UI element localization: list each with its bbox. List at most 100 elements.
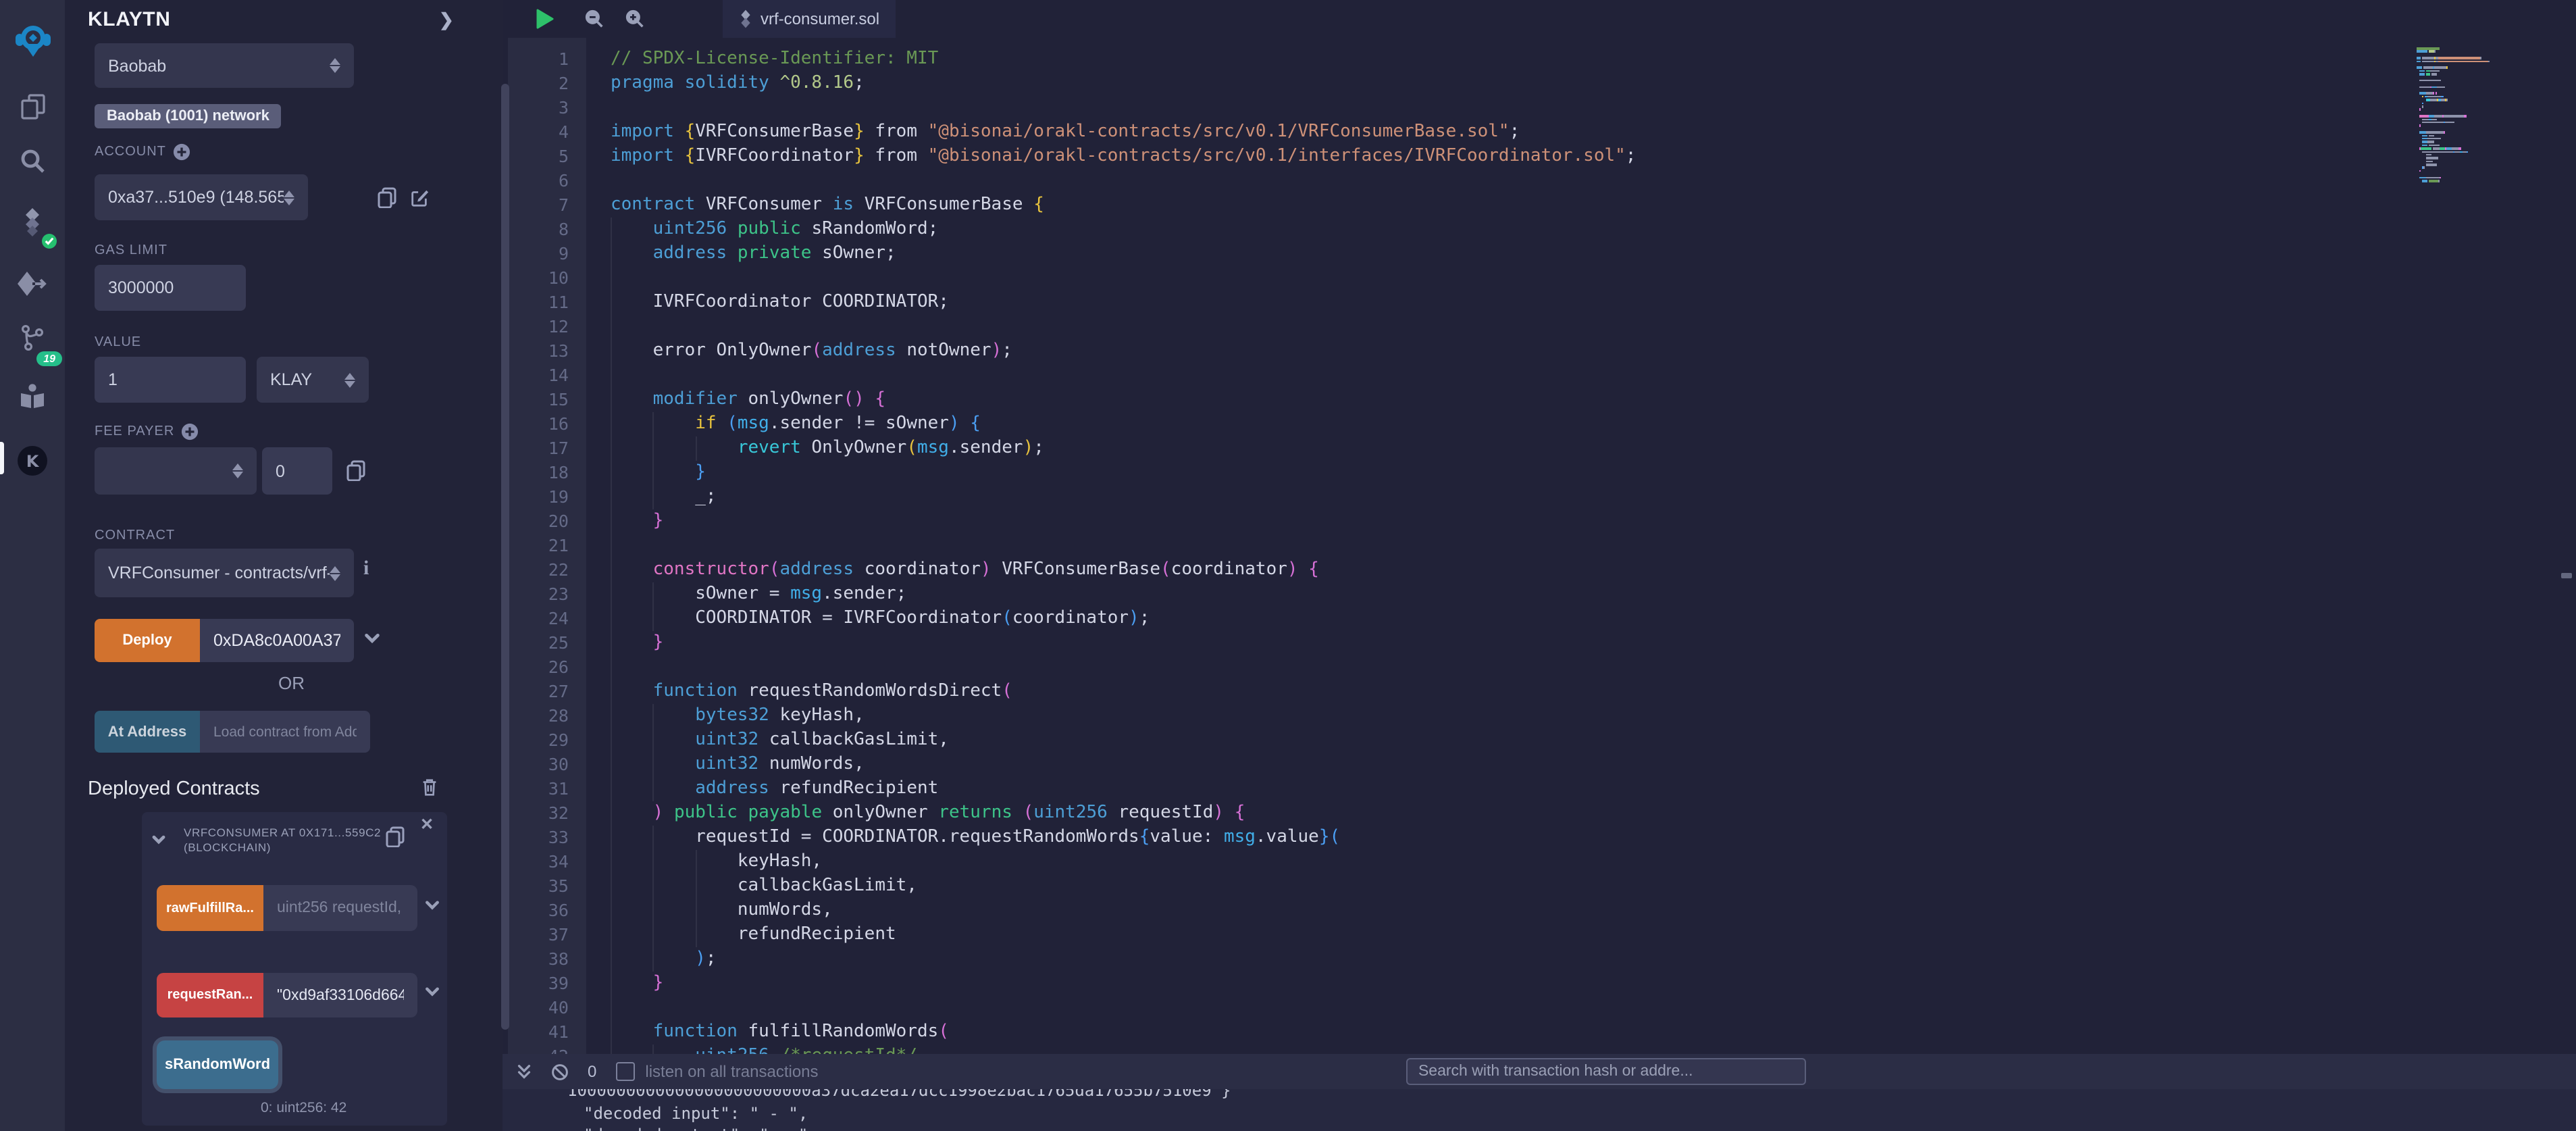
learneth-icon[interactable] — [0, 373, 65, 419]
tab-vrf-consumer[interactable]: vrf-consumer.sol — [723, 0, 896, 38]
line-number: 14 — [508, 363, 586, 387]
line-number: 24 — [508, 606, 586, 630]
remove-contract-icon[interactable]: ✕ — [420, 815, 434, 834]
raw-fulfill-expand-icon[interactable] — [424, 897, 440, 913]
code-line: refundRecipient — [611, 922, 2576, 947]
select-arrows-icon — [344, 372, 355, 387]
account-select[interactable]: 0xa37...510e9 (148.56565 — [95, 174, 308, 220]
line-number: 7 — [508, 193, 586, 217]
transaction-count: 0 — [588, 1062, 596, 1081]
zoom-out-icon[interactable] — [585, 9, 604, 28]
add-account-icon[interactable] — [173, 143, 190, 161]
gas-limit-input[interactable]: 3000000 — [95, 265, 246, 311]
request-random-input[interactable]: "0xd9af33106d664 — [263, 973, 417, 1017]
line-number: 25 — [508, 630, 586, 655]
raw-fulfill-button[interactable]: rawFulfillRa... — [157, 885, 263, 931]
line-number: 8 — [508, 217, 586, 241]
line-number: 40 — [508, 995, 586, 1020]
line-number: 28 — [508, 703, 586, 728]
line-number: 35 — [508, 874, 586, 898]
code-line: } — [611, 971, 2576, 995]
panel-scrollbar[interactable] — [501, 84, 509, 1030]
account-label: ACCOUNT — [95, 143, 190, 161]
copy-contract-address-icon[interactable] — [385, 826, 405, 847]
terminal-output[interactable]: 1000000000000000000000000a37dca2ea17dcc1… — [503, 1089, 2576, 1131]
terminal-line: 1000000000000000000000000a37dca2ea17dcc1… — [503, 1089, 2576, 1102]
code-line: constructor(address coordinator) VRFCons… — [611, 557, 2576, 582]
line-number: 9 — [508, 241, 586, 266]
select-arrows-icon — [284, 190, 294, 205]
search-icon[interactable] — [0, 138, 65, 184]
code-content[interactable]: // SPDX-License-Identifier: MITpragma so… — [611, 38, 2576, 1063]
copy-fee-payer-icon[interactable] — [346, 459, 366, 481]
at-address-button[interactable]: At Address — [95, 711, 200, 753]
line-number-gutter: 1234567891011121314151617181920212223242… — [508, 38, 586, 1054]
code-line: ) public payable onlyOwner returns (uint… — [611, 801, 2576, 825]
line-number: 2 — [508, 71, 586, 95]
select-arrows-icon — [330, 58, 340, 73]
listen-all-transactions-checkbox[interactable] — [615, 1062, 634, 1081]
code-line: } — [611, 460, 2576, 484]
deployed-contract-title: VRFCONSUMER AT 0X171...559C2 (BLOCKCHAIN… — [184, 826, 454, 855]
code-line: requestId = COORDINATOR.requestRandomWor… — [611, 825, 2576, 849]
line-number: 22 — [508, 557, 586, 582]
line-number: 1 — [508, 47, 586, 71]
contract-info-icon[interactable]: i — [363, 558, 369, 581]
minimap[interactable] — [2417, 47, 2545, 188]
line-number: 33 — [508, 825, 586, 849]
edit-account-icon[interactable] — [409, 186, 430, 208]
klaytn-plugin-panel: KLAYTN ❯ Baobab Baobab (1001) network AC… — [65, 0, 503, 1131]
clear-deployed-icon[interactable] — [420, 777, 439, 797]
tab-filename: vrf-consumer.sol — [761, 9, 879, 28]
solidity-compiler-icon[interactable] — [0, 200, 65, 246]
code-line — [611, 655, 2576, 679]
code-line: modifier onlyOwner() { — [611, 387, 2576, 411]
git-branch-icon[interactable]: 19 — [0, 315, 65, 361]
value-input[interactable]: 1 — [95, 357, 246, 403]
fee-payer-select[interactable] — [95, 447, 257, 495]
editor-toolbar: vrf-consumer.sol — [503, 0, 2576, 38]
deployed-contract-card: VRFCONSUMER AT 0X171...559C2 (BLOCKCHAIN… — [142, 812, 447, 1126]
expand-terminal-icon[interactable] — [516, 1063, 532, 1080]
line-number: 19 — [508, 484, 586, 509]
contract-expand-icon[interactable] — [151, 832, 166, 847]
code-line: address refundRecipient — [611, 776, 2576, 801]
code-line: uint256 public sRandomWord; — [611, 217, 2576, 241]
deployed-contracts-title: Deployed Contracts — [88, 778, 260, 800]
code-line: } — [611, 509, 2576, 533]
code-line: uint32 callbackGasLimit, — [611, 728, 2576, 752]
request-random-button[interactable]: requestRan... — [157, 973, 263, 1017]
klaytn-plugin-icon[interactable]: K — [0, 438, 65, 484]
or-text: OR — [278, 673, 305, 693]
add-fee-payer-icon[interactable] — [181, 423, 199, 441]
code-line — [611, 363, 2576, 387]
zoom-in-icon[interactable] — [625, 9, 644, 28]
terminal-search-input[interactable]: Search with transaction hash or addre... — [1406, 1058, 1806, 1085]
code-line — [611, 314, 2576, 338]
request-random-expand-icon[interactable] — [424, 984, 440, 1000]
contract-select[interactable]: VRFConsumer - contracts/vrf-con — [95, 549, 354, 597]
code-line: // SPDX-License-Identifier: MIT — [611, 47, 2576, 71]
panel-collapse-icon[interactable]: ❯ — [439, 9, 454, 31]
line-number: 18 — [508, 460, 586, 484]
at-address-input[interactable]: Load contract from Address — [200, 711, 370, 753]
select-arrows-icon — [330, 566, 340, 580]
srandomword-button[interactable]: sRandomWord — [157, 1040, 278, 1089]
deploy-arg-input[interactable]: 0xDA8c0A00A372 — [200, 619, 354, 662]
deploy-run-icon[interactable] — [0, 261, 65, 307]
deploy-button[interactable]: Deploy — [95, 619, 200, 662]
copy-account-icon[interactable] — [377, 186, 397, 208]
line-number: 34 — [508, 849, 586, 874]
terminal-line: "decoded input": " - ", — [503, 1102, 2576, 1124]
clear-console-icon[interactable] — [551, 1063, 569, 1080]
line-number: 6 — [508, 168, 586, 193]
line-number: 11 — [508, 290, 586, 314]
raw-fulfill-input[interactable]: uint256 requestId, — [263, 885, 417, 931]
file-explorer-icon[interactable] — [0, 84, 65, 130]
run-script-icon[interactable] — [535, 8, 555, 30]
deploy-expand-icon[interactable] — [363, 630, 381, 647]
klaytn-logo-icon[interactable] — [0, 19, 65, 65]
fee-payer-amount-input[interactable]: 0 — [262, 447, 332, 495]
value-unit-select[interactable]: KLAY — [257, 357, 369, 403]
network-select[interactable]: Baobab — [95, 43, 354, 88]
